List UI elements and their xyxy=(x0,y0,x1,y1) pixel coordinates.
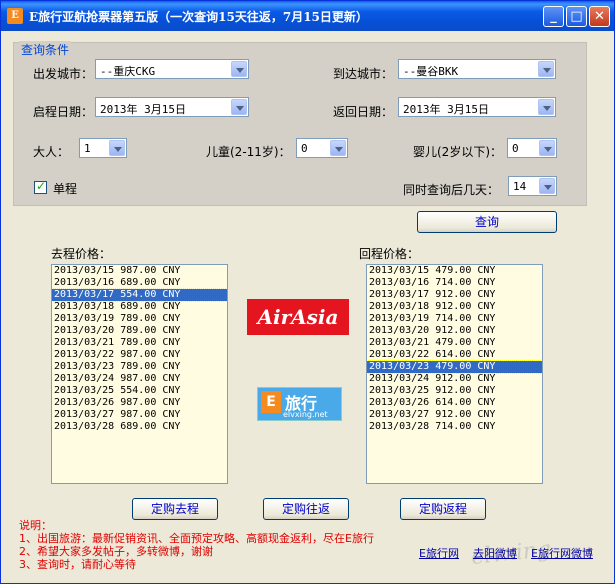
book-outbound-button[interactable]: 定购去程 xyxy=(132,498,218,520)
price-list-item[interactable]: 2013/03/15 987.00 CNY xyxy=(52,265,227,277)
return-date-value: 2013年 3月15日 xyxy=(403,103,489,116)
price-list-item[interactable]: 2013/03/19 789.00 CNY xyxy=(52,313,227,325)
price-list-item[interactable]: 2013/03/23 479.00 CNY xyxy=(367,360,542,374)
chevron-down-icon[interactable] xyxy=(231,61,247,77)
children-value: 0 xyxy=(301,142,308,155)
airasia-logo: AirAsia xyxy=(247,299,349,335)
price-list-item[interactable]: 2013/03/25 554.00 CNY xyxy=(52,385,227,397)
adults-value: 1 xyxy=(84,142,91,155)
price-list-item[interactable]: 2013/03/27 987.00 CNY xyxy=(52,409,227,421)
departure-city-label: 出发城市： xyxy=(33,67,94,81)
days-select[interactable]: 14 xyxy=(508,176,557,196)
title-bar[interactable]: E E旅行亚航抢票器第五版（一次查询15天往返，7月15日更新） _ □ ✕ xyxy=(1,1,614,31)
departure-city-value: --重庆CKG xyxy=(100,65,156,78)
price-list-item[interactable]: 2013/03/21 479.00 CNY xyxy=(367,337,542,349)
return-date-picker[interactable]: 2013年 3月15日 xyxy=(398,97,556,117)
query-group-title: 查询条件 xyxy=(19,41,72,58)
maximize-button[interactable]: □ xyxy=(566,6,587,27)
return-price-list[interactable]: 2013/03/15 479.00 CNY 2013/03/16 714.00 C… xyxy=(366,264,543,484)
app-icon: E xyxy=(7,8,23,24)
elvxing-e-icon: E xyxy=(261,391,281,413)
price-list-item[interactable]: 2013/03/22 987.00 CNY xyxy=(52,349,227,361)
days-value: 14 xyxy=(513,180,527,193)
minimize-button[interactable]: _ xyxy=(543,6,564,27)
arrival-city-label: 到达城市： xyxy=(333,67,394,81)
price-list-item[interactable]: 2013/03/24 912.00 CNY xyxy=(367,373,542,385)
notes-line: 2、希望大家多发帖子，多转微博，谢谢 xyxy=(19,545,213,558)
price-list-item[interactable]: 2013/03/20 789.00 CNY xyxy=(52,325,227,337)
infants-select[interactable]: 0 xyxy=(507,138,557,158)
elvxing-weibo-link[interactable]: E旅行网微博 xyxy=(531,545,593,561)
search-button[interactable]: 查询 xyxy=(417,211,557,233)
arrival-city-value: --曼谷BKK xyxy=(403,65,459,78)
elvxing-logo-url: elvxing.net xyxy=(283,410,328,419)
elvxing-site-link[interactable]: E旅行网 xyxy=(419,545,459,561)
elvxing-logo: E 旅行 elvxing.net xyxy=(257,387,342,421)
book-return-button[interactable]: 定购返程 xyxy=(400,498,486,520)
price-list-item[interactable]: 2013/03/16 714.00 CNY xyxy=(367,277,542,289)
depart-date-value: 2013年 3月15日 xyxy=(100,103,186,116)
price-list-item[interactable]: 2013/03/22 614.00 CNY xyxy=(367,349,542,361)
price-list-item[interactable]: 2013/03/20 912.00 CNY xyxy=(367,325,542,337)
price-list-item[interactable]: 2013/03/26 614.00 CNY xyxy=(367,397,542,409)
price-list-item[interactable]: 2013/03/17 912.00 CNY xyxy=(367,289,542,301)
infants-value: 0 xyxy=(512,142,519,155)
depart-date-picker[interactable]: 2013年 3月15日 xyxy=(95,97,249,117)
return-date-label: 返回日期： xyxy=(333,105,394,119)
chevron-down-icon[interactable] xyxy=(330,140,346,156)
outbound-price-list[interactable]: 2013/03/15 987.00 CNY 2013/03/16 689.00 C… xyxy=(51,264,228,484)
chevron-down-icon[interactable] xyxy=(109,140,125,156)
price-list-item[interactable]: 2013/03/21 789.00 CNY xyxy=(52,337,227,349)
weibo-link[interactable]: 去阳微博 xyxy=(473,545,517,561)
price-list-item[interactable]: 2013/03/16 689.00 CNY xyxy=(52,277,227,289)
arrival-city-select[interactable]: --曼谷BKK xyxy=(398,59,556,79)
chevron-down-icon[interactable] xyxy=(538,99,554,115)
infants-label: 婴儿(2岁以下)： xyxy=(413,145,502,159)
price-list-item[interactable]: 2013/03/25 912.00 CNY xyxy=(367,385,542,397)
price-list-item[interactable]: 2013/03/26 987.00 CNY xyxy=(52,397,227,409)
app-window: E E旅行亚航抢票器第五版（一次查询15天往返，7月15日更新） _ □ ✕ 查… xyxy=(0,0,615,584)
price-list-item[interactable]: 2013/03/17 554.00 CNY xyxy=(52,288,227,302)
chevron-down-icon[interactable] xyxy=(539,140,555,156)
children-select[interactable]: 0 xyxy=(296,138,348,158)
price-list-item[interactable]: 2013/03/18 912.00 CNY xyxy=(367,301,542,313)
one-way-label: 单程 xyxy=(53,182,78,196)
outbound-prices-label: 去程价格： xyxy=(51,247,112,261)
price-list-item[interactable]: 2013/03/23 789.00 CNY xyxy=(52,361,227,373)
price-list-item[interactable]: 2013/03/18 689.00 CNY xyxy=(52,301,227,313)
price-list-item[interactable]: 2013/03/24 987.00 CNY xyxy=(52,373,227,385)
price-list-item[interactable]: 2013/03/27 912.00 CNY xyxy=(367,409,542,421)
adults-label: 大人： xyxy=(33,145,70,159)
notes-line: 3、查询时，请耐心等待 xyxy=(19,558,136,571)
price-list-item[interactable]: 2013/03/28 714.00 CNY xyxy=(367,421,542,433)
children-label: 儿童(2-11岁)： xyxy=(206,145,291,159)
price-list-item[interactable]: 2013/03/15 479.00 CNY xyxy=(367,265,542,277)
departure-city-select[interactable]: --重庆CKG xyxy=(95,59,249,79)
close-button[interactable]: ✕ xyxy=(589,6,610,27)
one-way-checkbox[interactable] xyxy=(34,179,47,194)
chevron-down-icon[interactable] xyxy=(538,61,554,77)
chevron-down-icon[interactable] xyxy=(539,178,555,194)
price-list-item[interactable]: 2013/03/19 714.00 CNY xyxy=(367,313,542,325)
notes-line: 1、出国旅游：最新促销资讯、全面预定攻略、高额现金返利，尽在E旅行 xyxy=(19,532,374,545)
window-title: E旅行亚航抢票器第五版（一次查询15天往返，7月15日更新） xyxy=(29,10,368,24)
days-label: 同时查询后几天： xyxy=(403,183,500,197)
adults-select[interactable]: 1 xyxy=(79,138,127,158)
price-list-item[interactable]: 2013/03/28 689.00 CNY xyxy=(52,421,227,433)
book-roundtrip-button[interactable]: 定购往返 xyxy=(263,498,349,520)
notes-section: 说明： 1、出国旅游：最新促销资讯、全面预定攻略、高额现金返利，尽在E旅行 2、… xyxy=(19,519,374,571)
return-prices-label: 回程价格： xyxy=(359,247,420,261)
depart-date-label: 启程日期： xyxy=(33,105,94,119)
chevron-down-icon[interactable] xyxy=(231,99,247,115)
notes-title: 说明： xyxy=(19,519,52,532)
